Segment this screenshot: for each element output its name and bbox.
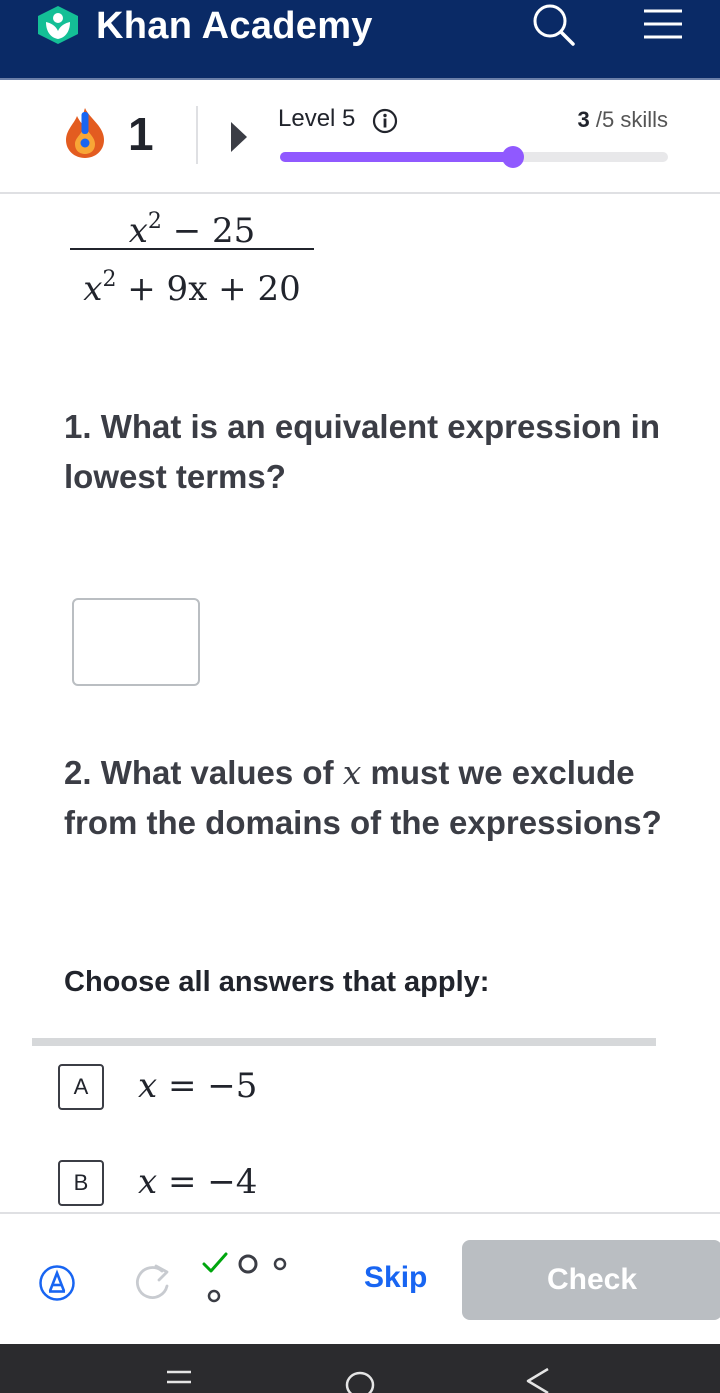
skills-total: /5 skills <box>595 107 668 132</box>
skills-done: 3 <box>577 107 590 132</box>
choice-expression: x = −5 <box>138 1066 258 1106</box>
hamburger-menu-icon[interactable] <box>642 6 684 42</box>
top-bar: Khan Academy <box>0 0 720 80</box>
calculator-icon[interactable] <box>38 1264 76 1302</box>
level-label: Level 5 <box>278 105 356 132</box>
choice-expression: x = −4 <box>138 1162 258 1202</box>
question-1: 1. What is an equivalent expression in l… <box>64 408 660 495</box>
home-icon[interactable] <box>344 1370 376 1393</box>
answer-input[interactable] <box>72 598 200 686</box>
skills-counter: 3 /5 skills <box>578 106 669 134</box>
info-icon[interactable] <box>372 108 398 134</box>
choose-all-label: Choose all answers that apply: <box>64 966 490 998</box>
streak-flame-icon[interactable] <box>62 106 108 160</box>
choice-b[interactable]: B x = −4 <box>58 1158 658 1206</box>
level-progress-fill <box>280 152 513 162</box>
attempt-dots-icon <box>202 1252 287 1303</box>
skip-button[interactable]: Skip <box>364 1258 427 1298</box>
choices-separator <box>32 1038 656 1046</box>
retry-icon[interactable] <box>132 1262 176 1302</box>
divider <box>196 106 198 164</box>
system-nav-bar <box>0 1344 720 1393</box>
level-progress-bar <box>280 146 668 168</box>
expand-triangle-icon[interactable] <box>230 120 248 154</box>
streak-count: 1 <box>128 108 154 160</box>
choice-a[interactable]: A x = −5 <box>58 1062 658 1110</box>
choice-letter-box[interactable]: A <box>58 1064 104 1110</box>
question-2: 2. What values of x must we exclude from… <box>64 753 662 841</box>
level-progress-knob <box>501 146 524 168</box>
choice-letter-box[interactable]: B <box>58 1160 104 1206</box>
recents-icon[interactable] <box>164 1368 194 1386</box>
khan-leaf-logo[interactable] <box>34 5 82 45</box>
brand-name[interactable]: Khan Academy <box>96 2 373 50</box>
progress-row: 1 Level 5 3 /5 skills <box>0 80 720 194</box>
check-button[interactable]: Check <box>462 1240 720 1320</box>
fraction-numerator: x2 − 25 <box>128 209 256 251</box>
fraction-denominator: x2 + 9x + 20 <box>83 267 301 309</box>
back-icon[interactable] <box>524 1366 552 1393</box>
search-icon[interactable] <box>530 2 576 48</box>
exercise-footer: Skip Check <box>0 1212 720 1344</box>
rational-expression: x2 − 25 x2 + 9x + 20 <box>70 196 314 310</box>
